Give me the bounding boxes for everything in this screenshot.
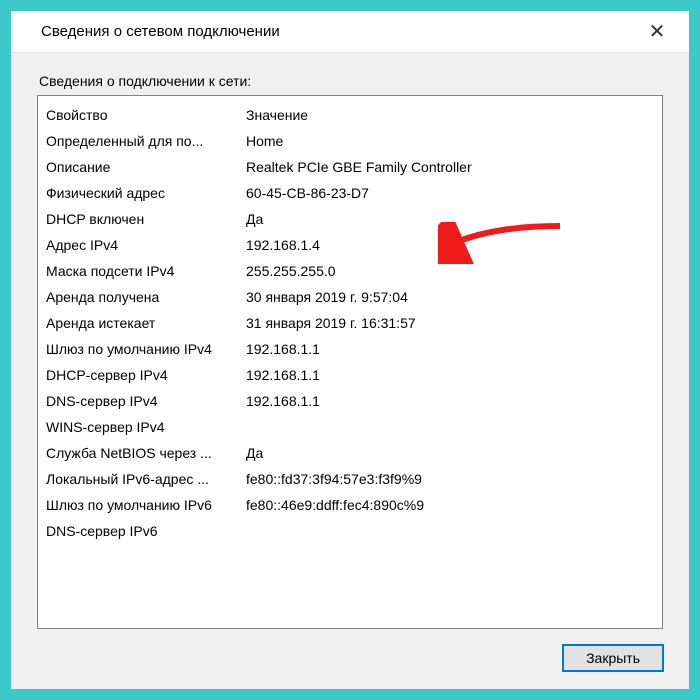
value-cell: 30 января 2019 г. 9:57:04	[246, 284, 654, 310]
property-cell: DHCP-сервер IPv4	[46, 362, 246, 388]
property-cell: DNS-сервер IPv4	[46, 388, 246, 414]
property-cell: Аренда истекает	[46, 310, 246, 336]
property-cell: Шлюз по умолчанию IPv4	[46, 336, 246, 362]
value-cell: Да	[246, 440, 654, 466]
table-row[interactable]: WINS-сервер IPv4	[46, 414, 654, 440]
table-row[interactable]: Локальный IPv6-адрес ...fe80::fd37:3f94:…	[46, 466, 654, 492]
value-cell: 255.255.255.0	[246, 258, 654, 284]
property-cell: DNS-сервер IPv6	[46, 518, 246, 544]
property-cell: Аренда получена	[46, 284, 246, 310]
table-row[interactable]: ОписаниеRealtek PCIe GBE Family Controll…	[46, 154, 654, 180]
value-cell: fe80::46e9:ddff:fec4:890c%9	[246, 492, 654, 518]
table-row[interactable]: Определенный для по...Home	[46, 128, 654, 154]
property-cell: Шлюз по умолчанию IPv6	[46, 492, 246, 518]
value-cell: 192.168.1.1	[246, 362, 654, 388]
titlebar: Сведения о сетевом подключении ✕	[11, 11, 689, 53]
table-row[interactable]: DNS-сервер IPv4192.168.1.1	[46, 388, 654, 414]
value-cell: Да	[246, 206, 654, 232]
value-cell: Realtek PCIe GBE Family Controller	[246, 154, 654, 180]
header-row: Свойство Значение	[46, 102, 654, 128]
property-cell: Адрес IPv4	[46, 232, 246, 258]
property-cell: WINS-сервер IPv4	[46, 414, 246, 440]
dialog-footer: Закрыть	[37, 629, 663, 671]
table-row[interactable]: DNS-сервер IPv6	[46, 518, 654, 544]
table-row[interactable]: Аренда истекает31 января 2019 г. 16:31:5…	[46, 310, 654, 336]
table-row[interactable]: Служба NetBIOS через ...Да	[46, 440, 654, 466]
value-cell: 192.168.1.1	[246, 388, 654, 414]
table-row[interactable]: Физический адрес60-45-CB-86-23-D7	[46, 180, 654, 206]
header-property: Свойство	[46, 102, 246, 128]
property-cell: DHCP включен	[46, 206, 246, 232]
value-cell: 192.168.1.1	[246, 336, 654, 362]
table-row[interactable]: Шлюз по умолчанию IPv4192.168.1.1	[46, 336, 654, 362]
details-listbox[interactable]: Свойство Значение Определенный для по...…	[37, 95, 663, 629]
table-row[interactable]: DHCP-сервер IPv4192.168.1.1	[46, 362, 654, 388]
table-row[interactable]: Адрес IPv4192.168.1.4	[46, 232, 654, 258]
header-value: Значение	[246, 102, 654, 128]
table-row[interactable]: Аренда получена30 января 2019 г. 9:57:04	[46, 284, 654, 310]
table-row[interactable]: Маска подсети IPv4255.255.255.0	[46, 258, 654, 284]
close-button[interactable]: Закрыть	[563, 645, 663, 671]
value-cell: 192.168.1.4	[246, 232, 654, 258]
value-cell: Home	[246, 128, 654, 154]
property-cell: Физический адрес	[46, 180, 246, 206]
value-cell: 31 января 2019 г. 16:31:57	[246, 310, 654, 336]
network-details-dialog: Сведения о сетевом подключении ✕ Сведени…	[11, 11, 689, 689]
dialog-title: Сведения о сетевом подключении	[41, 23, 643, 40]
table-row[interactable]: Шлюз по умолчанию IPv6fe80::46e9:ddff:fe…	[46, 492, 654, 518]
property-cell: Служба NetBIOS через ...	[46, 440, 246, 466]
property-cell: Описание	[46, 154, 246, 180]
value-cell: fe80::fd37:3f94:57e3:f3f9%9	[246, 466, 654, 492]
dialog-subtitle: Сведения о подключении к сети:	[37, 73, 663, 89]
property-cell: Маска подсети IPv4	[46, 258, 246, 284]
close-icon[interactable]: ✕	[643, 19, 671, 44]
value-cell	[246, 414, 654, 440]
value-cell: 60-45-CB-86-23-D7	[246, 180, 654, 206]
table-row[interactable]: DHCP включенДа	[46, 206, 654, 232]
property-cell: Определенный для по...	[46, 128, 246, 154]
value-cell	[246, 518, 654, 544]
dialog-body: Сведения о подключении к сети: Свойство …	[11, 53, 689, 689]
property-cell: Локальный IPv6-адрес ...	[46, 466, 246, 492]
